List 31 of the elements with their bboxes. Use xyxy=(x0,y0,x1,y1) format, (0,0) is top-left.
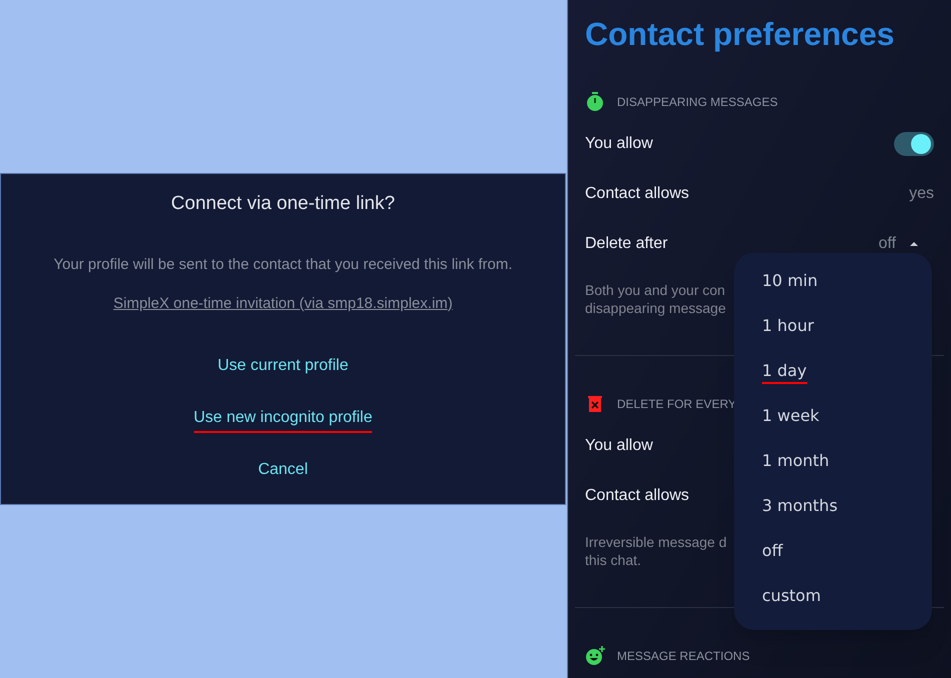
action-button[interactable]: Use current profile xyxy=(218,353,348,381)
section-description: Both you and your con disappearing message xyxy=(585,281,726,317)
menu-item[interactable]: 10 min xyxy=(762,270,818,294)
menu-item[interactable]: 1 month xyxy=(762,450,830,474)
section-header: DISAPPEARING MESSAGES xyxy=(617,94,778,111)
menu-item[interactable]: 1 hour xyxy=(762,314,814,338)
invitation-link[interactable]: SimpleX one-time invitation (via smp18.simplex.im) xyxy=(113,292,453,315)
row-label: You allow xyxy=(585,436,653,456)
menu-item[interactable]: 3 months xyxy=(762,494,838,518)
menu-item[interactable]: off xyxy=(762,540,783,564)
section-header: DELETE FOR EVERY xyxy=(617,396,736,413)
row-value: yes xyxy=(909,184,934,204)
row-label: Contact allows xyxy=(585,486,690,506)
menu-item[interactable]: 1 week xyxy=(762,404,820,428)
section-description: Irreversible message d this chat. xyxy=(585,533,727,569)
menu-item[interactable]: custom xyxy=(762,584,821,608)
dialog-message: Your profile will be sent to the contact that you received this link from. xyxy=(54,255,512,275)
trash-icon xyxy=(588,396,602,412)
row-label: Contact allows xyxy=(585,184,690,204)
select-control[interactable]: off xyxy=(878,232,934,256)
dialog-title: Connect via one-time link? xyxy=(171,192,395,216)
menu-item[interactable]: 1 day xyxy=(762,360,807,384)
row-label: You allow xyxy=(585,134,653,154)
toggle-switch[interactable] xyxy=(894,132,934,156)
section-header: MESSAGE REACTIONS xyxy=(617,648,750,665)
page-title: Contact preferences xyxy=(585,15,896,54)
action-button[interactable]: Use new incognito profile xyxy=(194,405,372,433)
stopwatch-icon xyxy=(586,92,604,112)
action-button[interactable]: Cancel xyxy=(258,457,308,485)
smiley-plus-icon xyxy=(585,646,605,666)
row-label: Delete after xyxy=(585,234,668,254)
